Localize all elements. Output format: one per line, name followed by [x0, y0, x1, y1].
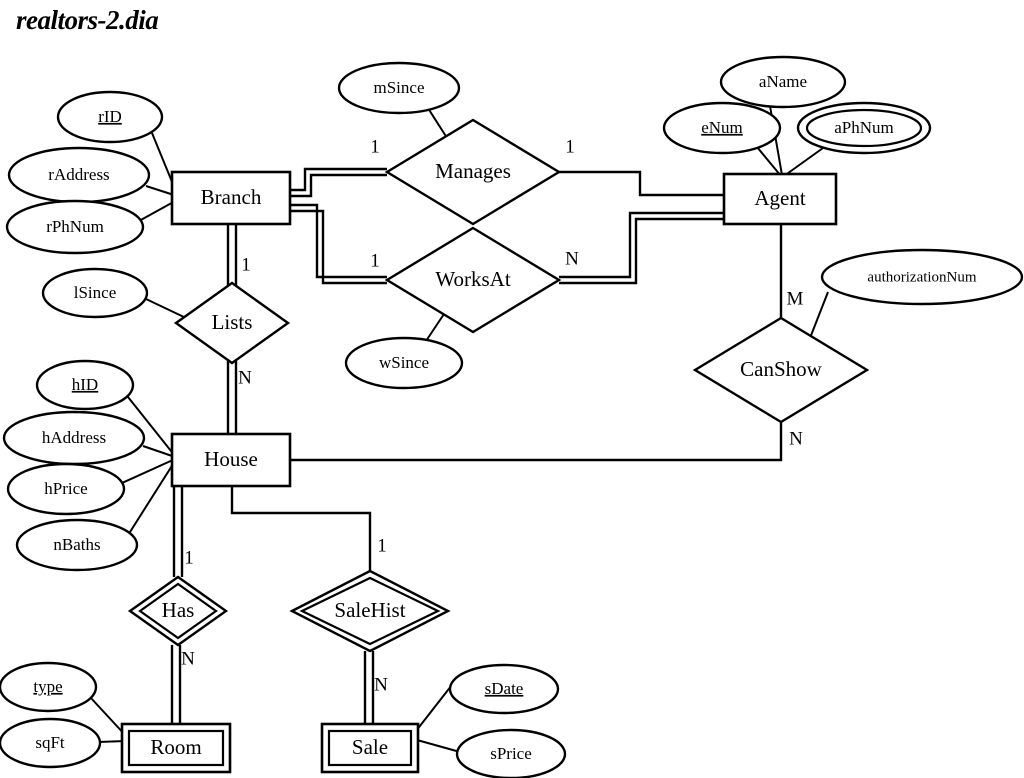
connector-salehist-sale [363, 651, 375, 724]
entity-sale[interactable]: Sale [320, 722, 420, 774]
entity-house-label: House [204, 447, 258, 471]
leader-lists-lSince [145, 298, 187, 319]
attribute-eNum-label: eNum [701, 118, 743, 137]
attribute-wSince-label: wSince [379, 353, 429, 372]
connector-branch-manages [290, 167, 387, 198]
attribute-sDate-label: sDate [485, 679, 524, 698]
attribute-rID[interactable]: rID [56, 90, 164, 144]
entity-room-label: Room [150, 735, 201, 759]
attribute-rPhNum[interactable]: rPhNum [5, 199, 145, 255]
cardinality-branch-worksat: 1 [370, 250, 380, 271]
attribute-type[interactable]: type [0, 661, 98, 713]
leader-house-hPrice [121, 458, 176, 484]
attribute-rAddress[interactable]: rAddress [7, 146, 151, 204]
cardinality-branch-lists: 1 [241, 254, 251, 275]
attribute-type-label: type [33, 677, 62, 696]
cardinality-manages-agent: 1 [565, 136, 575, 157]
attribute-aName[interactable]: aName [719, 55, 847, 109]
attribute-wSince[interactable]: wSince [344, 336, 464, 390]
attribute-hPrice[interactable]: hPrice [6, 462, 126, 516]
cardinality-salehist-sale: N [374, 674, 388, 695]
attribute-aPhNum[interactable]: aPhNum [796, 101, 932, 155]
cardinality-house-has: 1 [184, 547, 194, 568]
attribute-mSince-label: mSince [374, 78, 425, 97]
attribute-aName-label: aName [759, 72, 807, 91]
attribute-nBaths[interactable]: nBaths [15, 518, 139, 572]
relationship-manages[interactable]: Manages [384, 118, 562, 226]
attribute-hAddress-label: hAddress [42, 428, 106, 447]
attribute-eNum[interactable]: eNum [662, 101, 782, 155]
connector-worksat-agent [559, 211, 724, 285]
attribute-hID[interactable]: hID [35, 359, 135, 411]
leader-canshow-authorizationNum [809, 291, 829, 339]
relationship-has-label: Has [162, 598, 195, 622]
connector-lists-house [226, 358, 238, 434]
attribute-rAddress-label: rAddress [48, 165, 109, 184]
attribute-rPhNum-label: rPhNum [46, 217, 104, 236]
leader-agent-aPhNum [783, 147, 824, 177]
attribute-lSince-label: lSince [74, 283, 117, 302]
relationship-lists[interactable]: Lists [173, 281, 291, 365]
attribute-sDate[interactable]: sDate [448, 663, 560, 715]
attribute-sPrice[interactable]: sPrice [455, 728, 567, 778]
relationship-lists-label: Lists [212, 310, 253, 334]
entity-agent[interactable]: Agent [722, 172, 838, 226]
cardinality-agent-canshow: M [787, 288, 804, 309]
connector-house-has [172, 486, 184, 577]
relationship-worksat-label: WorksAt [435, 267, 510, 291]
attribute-hID-label: hID [72, 375, 98, 394]
entity-agent-label: Agent [754, 186, 805, 210]
relationship-manages-label: Manages [435, 159, 511, 183]
entity-house[interactable]: House [170, 432, 292, 488]
leader-sale-sPrice [416, 739, 461, 753]
attribute-hAddress[interactable]: hAddress [2, 410, 146, 466]
relationship-worksat[interactable]: WorksAt [384, 226, 562, 334]
relationship-has[interactable]: Has [127, 575, 229, 647]
cardinality-branch-manages: 1 [370, 136, 380, 157]
relationship-canshow-label: CanShow [740, 357, 823, 381]
cardinality-canshow-house: N [789, 428, 803, 449]
leader-house-nBaths [129, 460, 176, 533]
cardinality-worksat-agent: N [565, 248, 579, 269]
connector-branch-lists [226, 224, 238, 288]
relationship-salehist-label: SaleHist [334, 598, 405, 622]
cardinality-house-salehist: 1 [377, 535, 387, 556]
attribute-nBaths-label: nBaths [53, 535, 100, 554]
connector-canshow-house [290, 422, 783, 462]
entity-branch-label: Branch [201, 185, 262, 209]
entity-branch[interactable]: Branch [170, 170, 292, 226]
attribute-mSince[interactable]: mSince [337, 61, 461, 115]
attribute-authorizationNum[interactable]: authorizationNum [820, 248, 1024, 306]
er-diagram-svg: rID rAddress rPhNum aName eNum aPhNum hI… [0, 55, 1024, 778]
attribute-hPrice-label: hPrice [44, 479, 87, 498]
attribute-aPhNum-label: aPhNum [834, 118, 894, 137]
attribute-sqFt-label: sqFt [35, 733, 65, 752]
cardinality-has-room: N [181, 648, 195, 669]
attribute-authorizationNum-label: authorizationNum [867, 269, 976, 285]
attribute-sqFt[interactable]: sqFt [0, 717, 102, 769]
relationship-salehist[interactable]: SaleHist [289, 569, 451, 653]
attribute-sPrice-label: sPrice [490, 744, 532, 763]
entity-room[interactable]: Room [120, 722, 232, 774]
connector-house-salehist [230, 486, 372, 571]
connector-manages-agent [559, 170, 724, 197]
relationship-canshow[interactable]: CanShow [692, 316, 870, 424]
connector-has-room [170, 645, 182, 724]
attribute-lSince[interactable]: lSince [41, 267, 149, 319]
attribute-rID-label: rID [98, 107, 122, 126]
er-diagram-canvas: realtors-2.dia rID rAddress rPhNum aName… [0, 0, 1024, 778]
entity-sale-label: Sale [352, 735, 388, 759]
cardinality-lists-house: N [238, 367, 252, 388]
